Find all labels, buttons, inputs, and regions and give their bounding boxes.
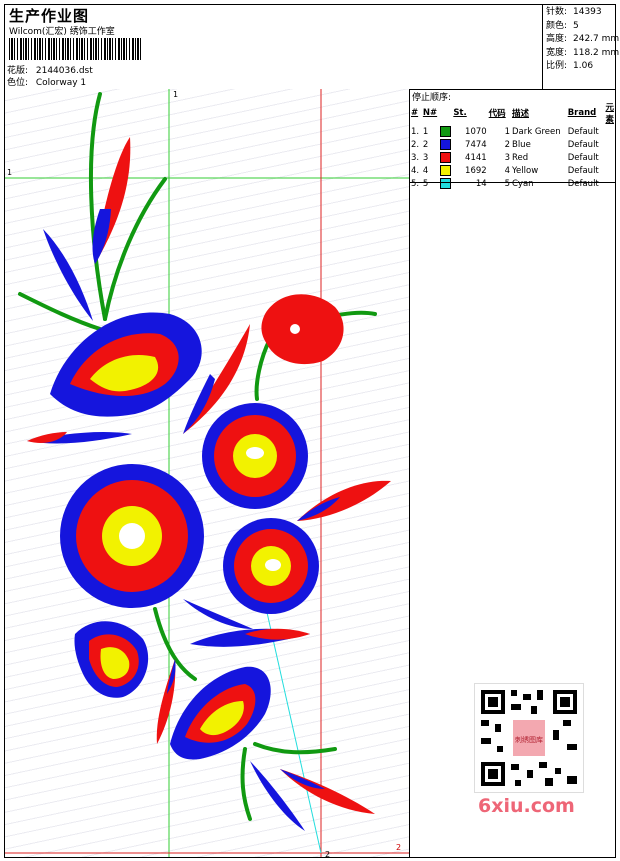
color-list-table: # N# St. 代码 描述 Brand 元素 1. 1 1070 1 Dark Gre… — [410, 101, 615, 190]
qr-code: 刺绣图库 — [474, 683, 584, 793]
color-swatch — [440, 139, 452, 150]
color-description: Dark Green — [511, 126, 561, 137]
page-title: 生产作业图 — [9, 7, 90, 25]
color-list-header: # N# St. 代码 描述 Brand 元素 — [411, 103, 614, 125]
design-canvas: 1 1 2 2 — [5, 89, 410, 857]
color-list-row: 2. 2 7474 2 Blue Default — [410, 138, 615, 151]
stat-scale: 比例: 1.06 — [546, 61, 594, 71]
colorway-value: Colorway 1 — [35, 78, 87, 88]
needle-number: 3 — [422, 151, 452, 164]
needle-number: 4 — [422, 164, 452, 177]
color-code: 1 — [504, 126, 510, 137]
row-index: 5. — [411, 178, 420, 189]
color-list-row: 5. 5 14 5 Cyan Default — [410, 177, 615, 190]
stitch-count: 14 — [475, 178, 487, 189]
trumpet-flower-left — [74, 621, 149, 698]
stem-main — [88, 92, 107, 321]
color-list-row: 4. 4 1692 4 Yellow Default — [410, 164, 615, 177]
color-description: Cyan — [511, 178, 534, 189]
color-description: Red — [511, 152, 529, 163]
color-swatch — [440, 152, 452, 163]
stitch-count: 1692 — [465, 165, 487, 176]
element-cell — [604, 164, 615, 177]
guide-label-1a: 1 — [173, 90, 178, 99]
row-index: 1. — [411, 126, 420, 137]
color-swatch — [440, 178, 452, 189]
production-sheet: 生产作业图 Wilcom(汇宏) 绣饰工作室 花版: 2144036.dst 色… — [4, 4, 620, 858]
color-swatch — [440, 165, 452, 176]
flower-top-right — [261, 294, 344, 365]
element-cell — [604, 151, 615, 164]
watermark: 6xiu.com — [478, 795, 575, 817]
petal-bottom-blue — [250, 761, 305, 831]
color-brand: Default — [567, 152, 599, 163]
flower-large — [60, 464, 204, 608]
stat-width: 宽度: 118.2 mm — [546, 47, 620, 58]
stem-bottom — [240, 747, 252, 821]
color-brand: Default — [567, 178, 599, 189]
stitch-count: 1070 — [465, 126, 487, 137]
stat-colors: 颜色: 5 — [546, 20, 579, 31]
color-list-row: 3. 3 4141 3 Red Default — [410, 151, 615, 164]
element-cell — [604, 138, 615, 151]
stats-box: 针数: 14393 颜色: 5 高度: 242.7 mm 宽度: 118.2 mm 比例… — [542, 5, 620, 89]
flower-small — [223, 518, 319, 614]
color-swatch — [440, 126, 452, 137]
colorway-label: 色位: — [7, 78, 29, 88]
stat-height: 高度: 242.7 mm — [546, 34, 620, 44]
embroidery-preview: 1 1 2 2 — [5, 89, 409, 857]
color-brand: Default — [567, 126, 599, 137]
stem-right-flower — [254, 337, 272, 401]
guide-label-2b: 2 — [396, 843, 401, 852]
row-index: 4. — [411, 165, 420, 176]
flower-medium — [202, 403, 308, 509]
barcode — [9, 38, 143, 60]
color-code: 4 — [504, 165, 510, 176]
color-code: 3 — [504, 152, 510, 163]
color-list-divider — [410, 182, 615, 183]
color-list-panel: 停止顺序: # N# St. 代码 描述 Brand 元素 1. 1 1070 1 Da… — [410, 89, 615, 857]
color-code: 5 — [504, 178, 510, 189]
color-description: Yellow — [511, 165, 539, 176]
needle-number: 5 — [422, 177, 452, 190]
guide-label-2a: 2 — [325, 850, 330, 857]
header: 生产作业图 Wilcom(汇宏) 绣饰工作室 花版: 2144036.dst 色… — [5, 5, 620, 90]
needle-number: 2 — [422, 138, 452, 151]
row-index: 3. — [411, 152, 420, 163]
color-description: Blue — [511, 139, 531, 150]
trumpet-flower-top — [50, 312, 202, 417]
element-cell — [604, 177, 615, 190]
qr-stamp-text: 刺绣图库 — [515, 735, 543, 744]
stat-stitches: 针数: 14393 — [546, 7, 602, 17]
stitch-count: 7474 — [465, 139, 487, 150]
element-cell — [604, 125, 615, 138]
colorway-row: 色位: Colorway 1 — [7, 75, 86, 88]
studio-name: Wilcom(汇宏) 绣饰工作室 — [9, 27, 115, 37]
color-list-row: 1. 1 1070 1 Dark Green Default — [410, 125, 615, 138]
stitch-count: 4141 — [465, 152, 487, 163]
guide-label-1b: 1 — [7, 168, 12, 177]
color-code: 2 — [504, 139, 510, 150]
color-brand: Default — [567, 165, 599, 176]
row-index: 2. — [411, 139, 420, 150]
stem-bottom-right — [253, 742, 337, 755]
color-brand: Default — [567, 139, 599, 150]
needle-number: 1 — [422, 125, 452, 138]
